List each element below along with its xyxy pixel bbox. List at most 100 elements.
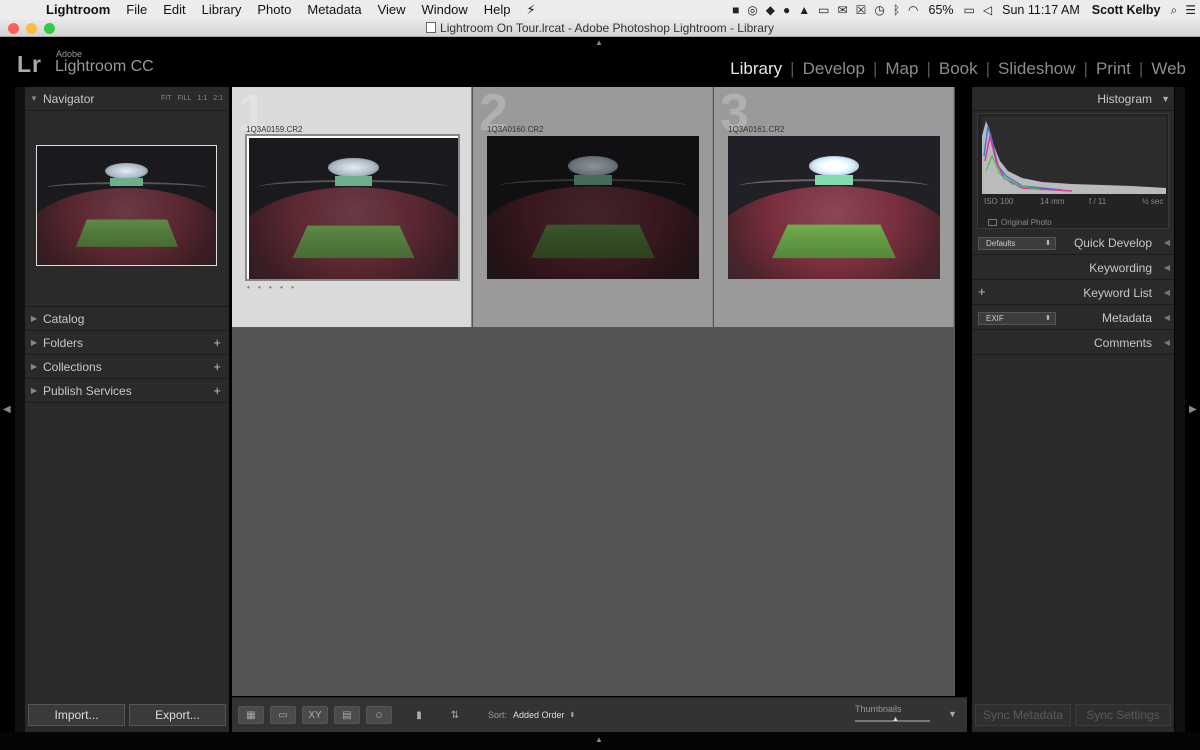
add-collection-icon[interactable]: +	[213, 359, 221, 374]
thumbnail-frame[interactable]	[245, 134, 460, 281]
mail-icon[interactable]: ✉	[834, 0, 852, 20]
sync-metadata-button[interactable]: Sync Metadata	[975, 704, 1071, 726]
panel-metadata[interactable]: EXIF ⬍ Metadata ◀	[972, 306, 1174, 330]
module-web[interactable]: Web	[1145, 59, 1192, 79]
sort-dropdown-icon[interactable]: ⬍	[570, 711, 576, 719]
panel-publish-services[interactable]: ▶ Publish Services +	[25, 379, 229, 403]
user-name[interactable]: Scott Kelby	[1086, 0, 1167, 20]
video-camera-icon[interactable]: ■	[728, 0, 743, 20]
collapse-left-icon[interactable]: ◀	[1164, 263, 1170, 272]
evernote-icon[interactable]: ●	[779, 0, 794, 20]
panel-histogram-header[interactable]: Histogram ▼	[972, 87, 1174, 111]
wifi-icon[interactable]: ◠	[904, 0, 922, 20]
add-folder-icon[interactable]: +	[213, 335, 221, 350]
module-book[interactable]: Book	[933, 59, 984, 79]
menu-edit[interactable]: Edit	[155, 0, 193, 20]
volume-icon[interactable]: ◁	[979, 0, 996, 20]
loupe-view-button[interactable]: ▭	[270, 706, 296, 724]
minimize-window-button[interactable]	[26, 23, 37, 34]
collapse-left-icon[interactable]: ◀	[1164, 288, 1170, 297]
add-keyword-icon[interactable]: +	[978, 284, 986, 299]
left-panel-collapse-icon[interactable]: ◀	[3, 404, 11, 415]
export-button[interactable]: Export...	[129, 704, 226, 726]
collapse-left-icon[interactable]: ◀	[1164, 238, 1170, 247]
bluetooth-icon[interactable]: ᛒ	[889, 0, 904, 20]
right-panel-collapse-icon[interactable]: ▶	[1189, 404, 1197, 415]
grid-cell[interactable]: 2 1Q3A0160.CR2	[473, 84, 713, 327]
panel-comments[interactable]: Comments ◀	[972, 331, 1174, 355]
menu-help[interactable]: Help	[476, 0, 519, 20]
painter-icon[interactable]: ▮	[412, 706, 426, 724]
crashplan-icon[interactable]: ☒	[852, 0, 871, 20]
menu-metadata[interactable]: Metadata	[299, 0, 369, 20]
menu-photo[interactable]: Photo	[249, 0, 299, 20]
menu-file[interactable]: File	[118, 0, 155, 20]
compare-view-button[interactable]: XY	[302, 706, 328, 724]
zoom-2-1[interactable]: 2:1	[213, 95, 223, 102]
thumbnail-size-slider[interactable]: ▲	[855, 716, 930, 723]
original-photo-toggle[interactable]: Original Photo	[988, 218, 1052, 227]
grid-view-button[interactable]: ▦	[238, 706, 264, 724]
disclosure-triangle-icon[interactable]: ▼	[1161, 94, 1170, 104]
panel-folders[interactable]: ▶ Folders +	[25, 331, 229, 355]
grid-cell[interactable]: 3 1Q3A0161.CR2	[714, 84, 954, 327]
histogram[interactable]: ISO 100 14 mm f / 11 ½ sec Original Phot…	[977, 113, 1169, 229]
menu-library[interactable]: Library	[194, 0, 250, 20]
zoom-fit[interactable]: FIT	[161, 95, 172, 102]
navigator-preview-image[interactable]	[36, 145, 217, 266]
panel-catalog[interactable]: ▶ Catalog	[25, 307, 229, 331]
menu-window[interactable]: Window	[414, 0, 476, 20]
left-panel-edge[interactable]	[15, 87, 25, 732]
panel-collections[interactable]: ▶ Collections +	[25, 355, 229, 379]
top-panel-collapse-icon[interactable]: ▲	[595, 38, 603, 47]
panel-keywording[interactable]: Keywording ◀	[972, 256, 1174, 280]
disclosure-triangle-icon[interactable]: ▶	[25, 362, 43, 371]
disclosure-triangle-icon[interactable]: ▶	[25, 314, 43, 323]
disclosure-triangle-icon[interactable]: ▶	[25, 338, 43, 347]
sort-dropdown[interactable]: Added Order	[513, 710, 565, 720]
panel-quick-develop[interactable]: Defaults ⬍ Quick Develop ◀	[972, 231, 1174, 255]
time-machine-icon[interactable]: ◷	[870, 0, 888, 20]
clock[interactable]: Sun 11:17 AM	[996, 0, 1086, 20]
notification-center-icon[interactable]: ☰	[1181, 0, 1200, 20]
display-icon[interactable]: ▭	[814, 0, 833, 20]
thumbnail-frame[interactable]	[727, 134, 942, 281]
survey-view-button[interactable]: ▤	[334, 706, 360, 724]
close-window-button[interactable]	[8, 23, 19, 34]
disclosure-triangle-icon[interactable]: ▶	[25, 386, 43, 395]
grid-cell[interactable]: 1 1Q3A0159.CR2 • • • • •	[232, 84, 472, 327]
module-slideshow[interactable]: Slideshow	[992, 59, 1082, 79]
menu-view[interactable]: View	[370, 0, 414, 20]
add-publish-service-icon[interactable]: +	[213, 383, 221, 398]
module-map[interactable]: Map	[879, 59, 924, 79]
thumbnail-image[interactable]	[728, 136, 940, 279]
sort-direction-icon[interactable]: ⇅	[442, 706, 468, 724]
thumbnail-image[interactable]	[249, 138, 458, 279]
thumbnail-image[interactable]	[487, 136, 699, 279]
creative-cloud-icon[interactable]: ◎	[743, 0, 761, 20]
lightning-icon[interactable]: ⚡	[519, 0, 544, 20]
original-photo-checkbox[interactable]	[988, 219, 997, 226]
google-drive-icon[interactable]: ▲	[794, 0, 814, 20]
toolbar-options-icon[interactable]: ▼	[948, 709, 957, 719]
module-print[interactable]: Print	[1090, 59, 1137, 79]
slider-knob-icon[interactable]: ▲	[892, 716, 899, 723]
zoom-fill[interactable]: FILL	[178, 95, 192, 102]
saved-preset-dropdown[interactable]: Defaults ⬍	[978, 237, 1056, 250]
menu-app-lightroom[interactable]: Lightroom	[38, 0, 118, 20]
panel-keyword-list[interactable]: + Keyword List ◀	[972, 281, 1174, 305]
spotlight-search-icon[interactable]: ⌕	[1167, 0, 1182, 20]
zoom-1-1[interactable]: 1:1	[198, 95, 208, 102]
sync-settings-button[interactable]: Sync Settings	[1075, 704, 1171, 726]
battery-icon[interactable]: ▭	[960, 0, 979, 20]
rating-dots[interactable]: • • • • •	[247, 283, 297, 292]
module-develop[interactable]: Develop	[797, 59, 871, 79]
collapse-left-icon[interactable]: ◀	[1164, 313, 1170, 322]
metadata-preset-dropdown[interactable]: EXIF ⬍	[978, 312, 1056, 325]
dropbox-icon[interactable]: ◆	[762, 0, 779, 20]
right-panel-edge[interactable]	[1175, 87, 1185, 732]
thumbnail-frame[interactable]	[486, 134, 701, 281]
zoom-window-button[interactable]	[44, 23, 55, 34]
collapse-left-icon[interactable]: ◀	[1164, 338, 1170, 347]
filmstrip-toggle-icon[interactable]: ▲	[595, 735, 603, 744]
